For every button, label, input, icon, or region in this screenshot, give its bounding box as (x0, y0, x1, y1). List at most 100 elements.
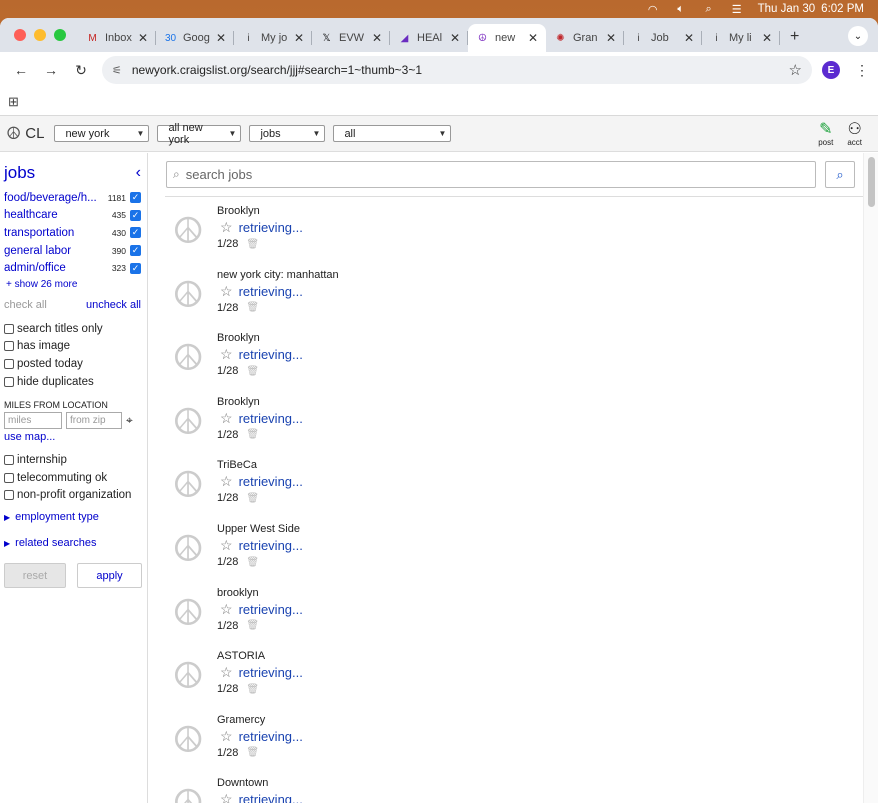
category-name[interactable]: transportation (4, 227, 108, 239)
profile-avatar[interactable]: E (822, 61, 840, 79)
category-name[interactable]: general labor (4, 245, 108, 257)
filter-option[interactable]: posted today (0, 355, 147, 373)
spotlight-icon[interactable]: ⌕ (702, 3, 716, 15)
search-button[interactable]: ⌕ (825, 161, 855, 188)
option-label[interactable]: hide duplicates (17, 376, 94, 388)
close-tab-icon[interactable]: ✕ (450, 31, 460, 45)
close-tab-icon[interactable]: ✕ (138, 31, 148, 45)
result-title-link[interactable]: retrieving... (239, 792, 303, 803)
category-filter-item[interactable]: healthcare 435 ✓ (0, 207, 147, 225)
option-checkbox[interactable] (4, 455, 14, 466)
peace-placeholder-icon[interactable]: ☮ (172, 276, 204, 313)
filter-option[interactable]: telecommuting ok (0, 469, 147, 487)
browser-menu-icon[interactable]: ⋮ (854, 62, 870, 79)
post-button[interactable]: ✎ post (818, 121, 833, 147)
result-item[interactable]: ☮ Brooklyn ☆ retrieving... 1/28 🗑︎ (166, 203, 846, 263)
page-scrollbar[interactable] (863, 153, 878, 803)
volume-icon[interactable]: 🔈︎ (674, 3, 688, 15)
option-checkbox[interactable] (4, 341, 14, 352)
result-title-link[interactable]: retrieving... (239, 284, 303, 299)
peace-placeholder-icon[interactable]: ☮ (172, 594, 204, 631)
result-item[interactable]: ☮ ASTORIA ☆ retrieving... 1/28 🗑︎ (166, 648, 846, 708)
back-arrow-icon[interactable]: ← (8, 57, 34, 83)
control-center-icon[interactable]: ☰ (730, 3, 744, 16)
subcategory-select[interactable]: all ▼ (333, 125, 452, 142)
favorite-star-icon[interactable]: ☆ (220, 601, 233, 618)
site-info-icon[interactable]: ⚟ (112, 64, 122, 77)
subarea-select[interactable]: all new york ▼ (157, 122, 242, 146)
result-title-link[interactable]: retrieving... (239, 347, 303, 362)
close-tab-icon[interactable]: ✕ (684, 31, 694, 45)
peace-placeholder-icon[interactable]: ☮ (172, 658, 204, 694)
close-tab-icon[interactable]: ✕ (528, 31, 538, 45)
minimize-window-button[interactable] (34, 29, 46, 41)
category-filter-item[interactable]: general labor 390 ✓ (0, 242, 147, 260)
miles-input[interactable]: miles (4, 412, 62, 430)
check-all-link[interactable]: check all (4, 299, 47, 311)
filter-option[interactable]: internship (0, 451, 147, 469)
favorite-star-icon[interactable]: ☆ (220, 410, 233, 427)
favorite-star-icon[interactable]: ☆ (220, 346, 233, 363)
category-checkbox[interactable]: ✓ (130, 245, 141, 257)
favorite-star-icon[interactable]: ☆ (220, 283, 233, 300)
option-label[interactable]: has image (17, 340, 70, 352)
new-tab-button[interactable]: + (780, 28, 809, 46)
category-name[interactable]: admin/office (4, 262, 108, 274)
menubar-time[interactable]: 6:02 PM (821, 3, 864, 15)
apply-button[interactable]: apply (77, 563, 142, 589)
category-select[interactable]: jobs ▼ (249, 125, 326, 142)
collapse-chevron-icon[interactable]: ‹ (136, 164, 141, 182)
close-window-button[interactable] (14, 29, 26, 41)
close-tab-icon[interactable]: ✕ (294, 31, 304, 45)
reset-button[interactable]: reset (4, 563, 66, 589)
cl-logo[interactable]: ☮ CL (6, 124, 44, 144)
result-item[interactable]: ☮ TriBeCa ☆ retrieving... 1/28 🗑︎ (166, 457, 846, 517)
result-item[interactable]: ☮ Upper West Side ☆ retrieving... 1/28 🗑︎ (166, 521, 846, 581)
tab-search-chevron-icon[interactable]: ⌄ (848, 26, 868, 46)
address-bar[interactable]: ⚟ newyork.craigslist.org/search/jjj#sear… (102, 56, 812, 84)
category-checkbox[interactable]: ✓ (130, 262, 141, 274)
category-name[interactable]: healthcare (4, 209, 108, 221)
favorite-star-icon[interactable]: ☆ (220, 537, 233, 554)
uncheck-all-link[interactable]: uncheck all (86, 299, 141, 311)
close-tab-icon[interactable]: ✕ (762, 31, 772, 45)
close-tab-icon[interactable]: ✕ (606, 31, 616, 45)
result-title-link[interactable]: retrieving... (239, 474, 303, 489)
trash-icon[interactable]: 🗑︎ (246, 557, 259, 568)
result-item[interactable]: ☮ Brooklyn ☆ retrieving... 1/28 🗑︎ (166, 330, 846, 390)
wifi-icon[interactable]: ◠ (646, 3, 660, 16)
browser-tab[interactable]: 𝕏 EVW ✕ (312, 24, 390, 52)
browser-tab[interactable]: ◢ HEAl ✕ (390, 24, 468, 52)
option-checkbox[interactable] (4, 490, 14, 501)
option-label[interactable]: search titles only (17, 323, 103, 335)
browser-tab[interactable]: ✺ Gran ✕ (546, 24, 624, 52)
category-checkbox[interactable]: ✓ (130, 192, 141, 204)
related-searches-toggle[interactable]: ▶ related searches (0, 537, 147, 549)
apps-grid-icon[interactable]: ⊞ (8, 94, 19, 110)
browser-tab[interactable]: i Job ✕ (624, 24, 702, 52)
favorite-star-icon[interactable]: ☆ (220, 664, 233, 681)
forward-arrow-icon[interactable]: → (38, 57, 64, 83)
category-filter-item[interactable]: food/beverage/h... 1181 ✓ (0, 189, 147, 207)
category-filter-item[interactable]: transportation 430 ✓ (0, 224, 147, 242)
result-title-link[interactable]: retrieving... (239, 602, 303, 617)
sidebar-title[interactable]: jobs (4, 163, 35, 183)
use-map-link[interactable]: use map... (0, 431, 147, 443)
url-text[interactable]: newyork.craigslist.org/search/jjj#search… (132, 63, 779, 77)
result-title-link[interactable]: retrieving... (239, 411, 303, 426)
filter-option[interactable]: search titles only (0, 320, 147, 338)
peace-placeholder-icon[interactable]: ☮ (172, 340, 204, 376)
category-name[interactable]: food/beverage/h... (4, 192, 104, 204)
trash-icon[interactable]: 🗑︎ (246, 302, 259, 313)
result-title-link[interactable]: retrieving... (239, 220, 303, 235)
filter-option[interactable]: non-profit organization (0, 487, 147, 505)
trash-icon[interactable]: 🗑︎ (246, 747, 259, 758)
location-target-icon[interactable]: ⌖ (126, 413, 133, 428)
trash-icon[interactable]: 🗑︎ (246, 493, 259, 504)
result-item[interactable]: ☮ brooklyn ☆ retrieving... 1/28 🗑︎ (166, 585, 846, 645)
browser-tab[interactable]: 30 Goog ✕ (156, 24, 234, 52)
favorite-star-icon[interactable]: ☆ (220, 791, 233, 803)
option-checkbox[interactable] (4, 358, 14, 369)
option-label[interactable]: internship (17, 454, 67, 466)
peace-placeholder-icon[interactable]: ☮ (172, 721, 204, 758)
